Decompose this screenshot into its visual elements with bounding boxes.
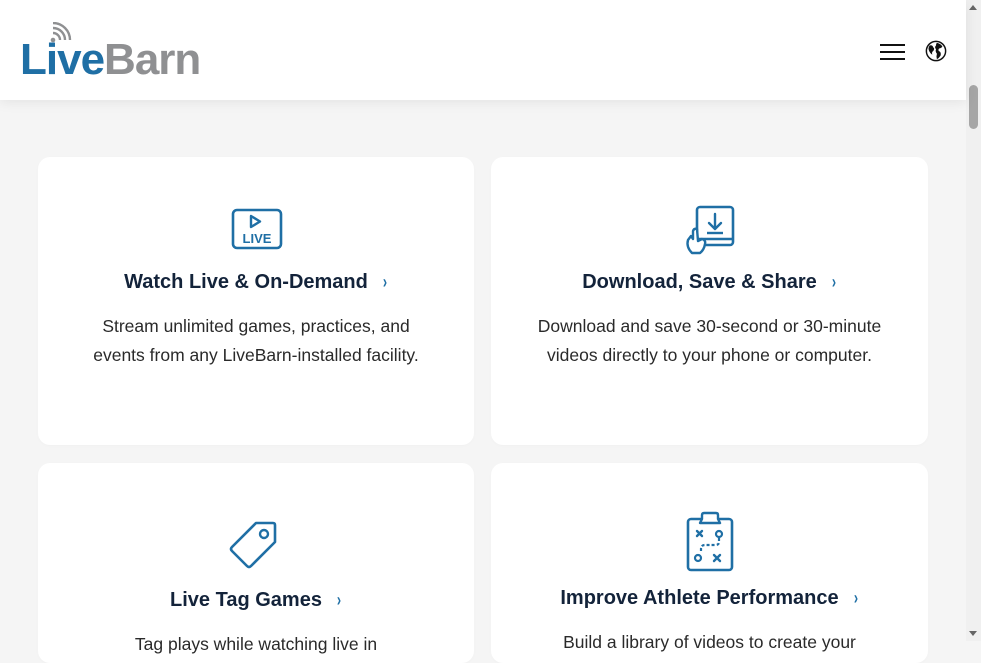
chevron-right-icon: ›: [382, 272, 387, 292]
hamburger-menu-icon[interactable]: [879, 42, 907, 62]
feature-card-live-tag[interactable]: Live Tag Games › Tag plays while watching…: [38, 463, 474, 663]
card-description: Build a library of videos to create your: [563, 632, 856, 652]
card-description: Download and save 30-second or 30-minute…: [537, 316, 882, 365]
scrollbar-thumb[interactable]: [969, 85, 978, 129]
card-title[interactable]: Download, Save & Share ›: [491, 271, 928, 294]
site-header: LiveBarn: [0, 0, 966, 100]
chevron-right-icon: ›: [853, 588, 858, 608]
globe-icon[interactable]: [925, 40, 947, 62]
svg-text:LIVE: LIVE: [243, 231, 272, 246]
chevron-right-icon: ›: [336, 590, 342, 610]
card-title[interactable]: Live Tag Games ›: [38, 589, 474, 612]
live-video-icon: LIVE: [231, 208, 283, 250]
livebarn-logo[interactable]: LiveBarn: [20, 22, 210, 82]
feature-card-download[interactable]: Download, Save & Share › Download and sav…: [491, 157, 928, 445]
logo-wordmark: LiveBarn: [20, 35, 201, 84]
scroll-down-arrow-icon[interactable]: [969, 631, 977, 636]
card-title[interactable]: Improve Athlete Performance ›: [491, 587, 928, 610]
feature-card-watch-live[interactable]: LIVE Watch Live & On-Demand › Stream unli…: [38, 157, 474, 445]
card-title[interactable]: Watch Live & On-Demand ›: [38, 271, 474, 294]
download-tablet-icon: [686, 205, 735, 255]
card-description: Stream unlimited games, practices, and e…: [93, 316, 419, 365]
chevron-right-icon: ›: [831, 272, 836, 292]
tag-icon: [229, 521, 277, 569]
feature-card-athlete-performance[interactable]: Improve Athlete Performance › Build a lib…: [491, 463, 928, 663]
vertical-scrollbar[interactable]: [966, 0, 981, 641]
clipboard-playbook-icon: [686, 511, 734, 572]
scroll-up-arrow-icon[interactable]: [969, 5, 977, 10]
card-description: Tag plays while watching live in: [134, 634, 378, 654]
